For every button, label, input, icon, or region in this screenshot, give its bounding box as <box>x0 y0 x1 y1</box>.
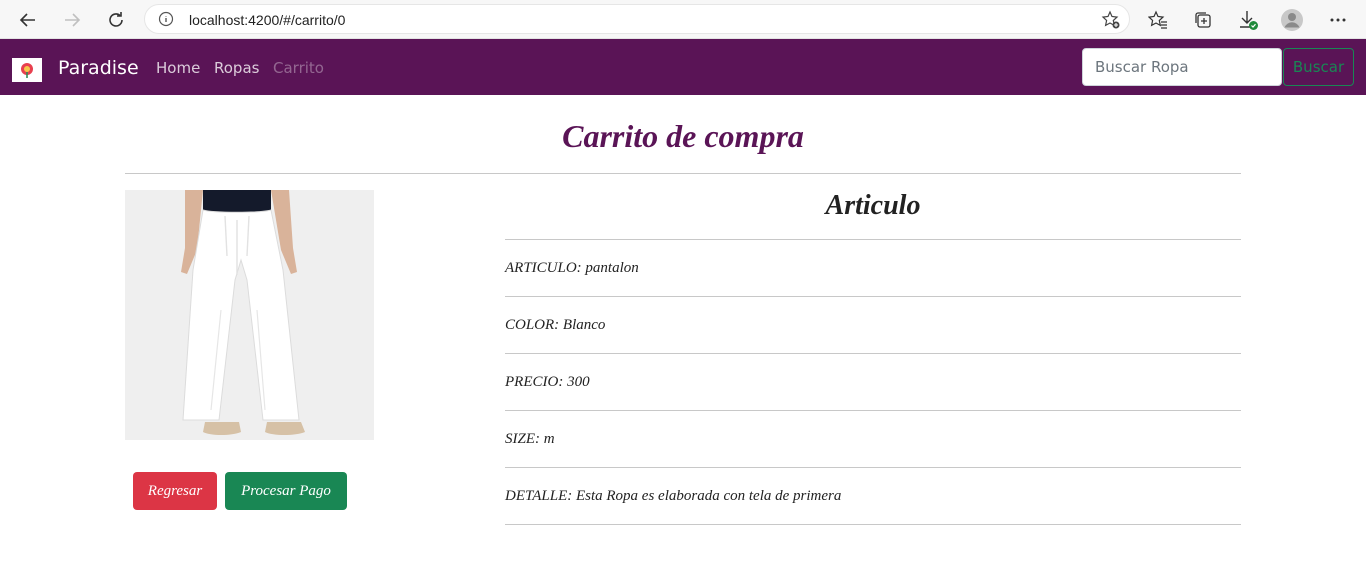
search-input[interactable] <box>1082 48 1282 86</box>
address-bar[interactable]: localhost:4200/#/carrito/0 <box>144 4 1130 34</box>
page-title: Carrito de compra <box>562 118 804 154</box>
favorites-icon[interactable] <box>1146 8 1170 32</box>
profile-avatar-icon[interactable] <box>1280 8 1304 32</box>
nav-link-carrito[interactable]: Carrito <box>273 59 324 77</box>
nav-link-home[interactable]: Home <box>156 59 200 77</box>
search-button[interactable]: Buscar <box>1283 48 1354 86</box>
process-payment-button[interactable]: Procesar Pago <box>225 472 347 510</box>
add-favorite-icon[interactable] <box>1101 10 1121 35</box>
forward-arrow-icon[interactable] <box>58 6 86 34</box>
back-arrow-icon[interactable] <box>14 6 42 34</box>
detail-row-precio: PRECIO: 300 <box>505 353 1241 410</box>
collections-icon[interactable] <box>1191 8 1215 32</box>
info-icon[interactable] <box>158 11 174 32</box>
brand-logo-icon[interactable] <box>12 58 42 82</box>
back-button[interactable]: Regresar <box>133 472 217 510</box>
url-text[interactable]: localhost:4200/#/carrito/0 <box>189 12 345 28</box>
detail-row-size: SIZE: m <box>505 410 1241 467</box>
downloads-icon[interactable] <box>1236 8 1260 32</box>
title-divider <box>125 173 1241 174</box>
details-bottom-divider <box>505 524 1241 525</box>
detail-row-detalle: DETALLE: Esta Ropa es elaborada con tela… <box>505 467 1241 524</box>
browser-toolbar: localhost:4200/#/carrito/0 <box>0 0 1366 39</box>
detail-row-color: COLOR: Blanco <box>505 296 1241 353</box>
detail-row-articulo: ARTICULO: pantalon <box>505 239 1241 296</box>
nav-link-ropas[interactable]: Ropas <box>214 59 259 77</box>
more-menu-icon[interactable] <box>1326 8 1350 32</box>
section-title: Articulo <box>825 190 921 221</box>
product-image <box>125 190 374 440</box>
app-navbar: Paradise Home Ropas Carrito Buscar <box>0 39 1366 95</box>
brand-name[interactable]: Paradise <box>58 57 139 79</box>
refresh-icon[interactable] <box>102 6 130 34</box>
